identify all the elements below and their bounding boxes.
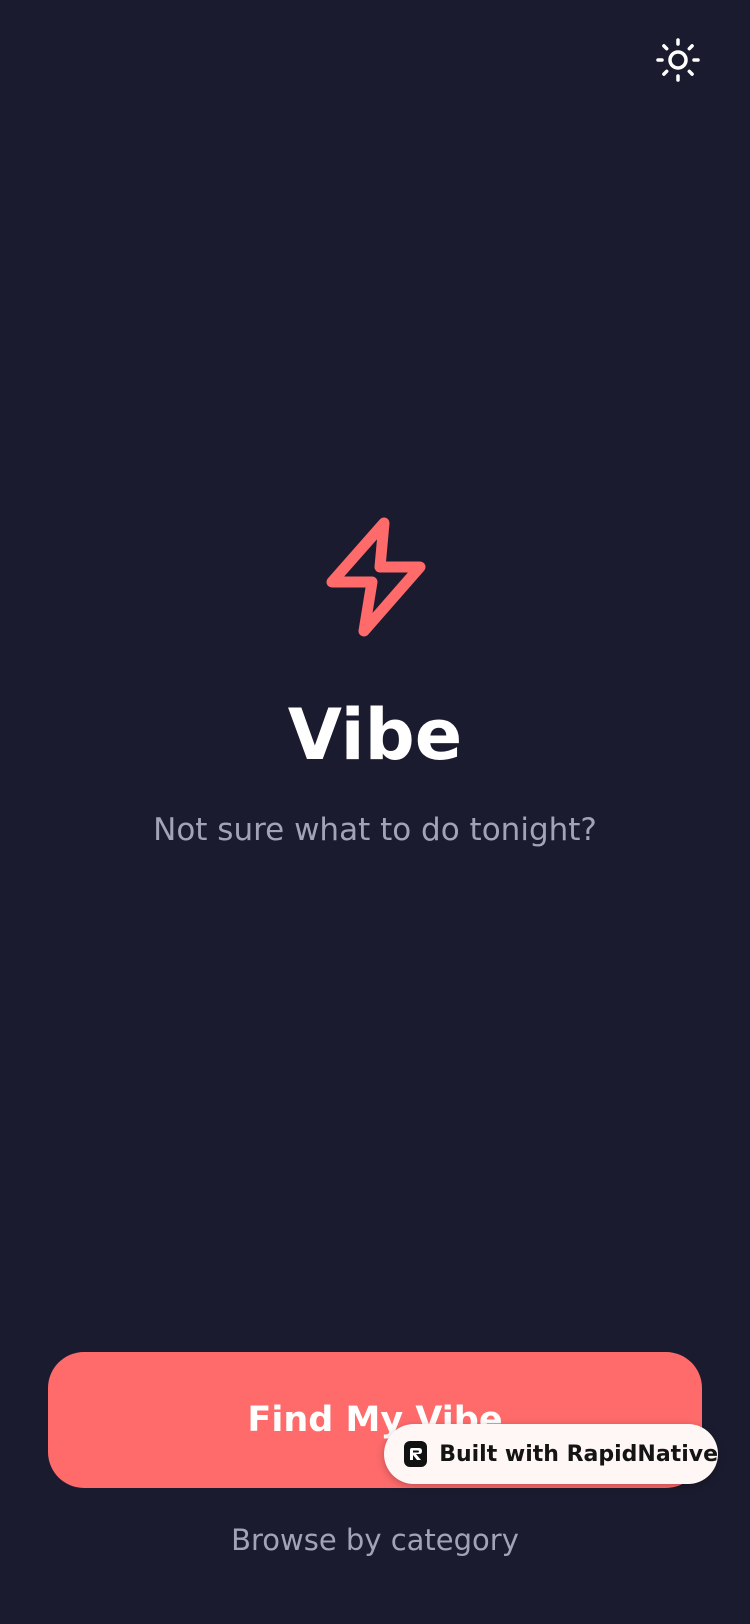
lightning-bolt-icon xyxy=(326,517,426,637)
built-with-badge[interactable]: Built with RapidNative xyxy=(384,1424,718,1484)
app-title: Vibe xyxy=(287,694,463,776)
browse-by-category-link[interactable]: Browse by category xyxy=(0,1520,750,1560)
rapidnative-logo-icon xyxy=(404,1441,428,1467)
theme-toggle-button[interactable] xyxy=(648,30,708,90)
sun-icon xyxy=(656,38,700,82)
app-subtitle: Not sure what to do tonight? xyxy=(153,812,597,848)
badge-label: Built with RapidNative xyxy=(439,1441,718,1467)
welcome-screen: Vibe Not sure what to do tonight? Find M… xyxy=(0,0,750,1624)
